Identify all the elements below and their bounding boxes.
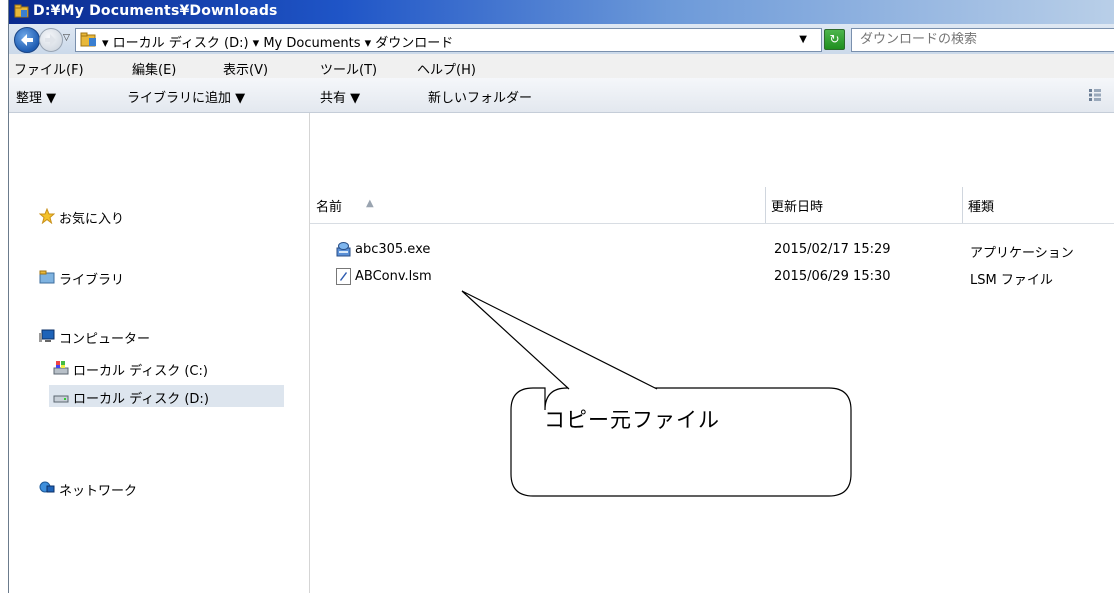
callout-annotation — [461, 290, 852, 497]
callout-text: コピー元ファイル — [544, 408, 720, 432]
